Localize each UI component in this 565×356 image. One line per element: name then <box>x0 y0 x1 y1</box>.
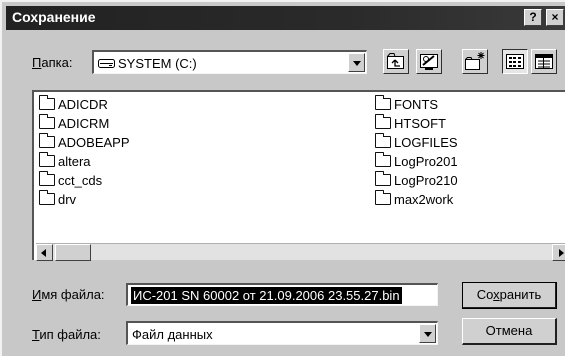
folder-current: SYSTEM (C:) <box>118 56 197 71</box>
filetype-value: Файл данных <box>132 327 213 342</box>
close-button[interactable]: × <box>546 9 564 26</box>
folder-icon <box>375 95 391 110</box>
folder-icon <box>375 133 391 148</box>
new-folder-button[interactable] <box>462 49 488 74</box>
list-item[interactable]: LogPro201 <box>375 152 458 171</box>
list-view-icon <box>506 54 524 69</box>
cancel-button[interactable]: Отмена <box>462 318 557 345</box>
scroll-thumb[interactable] <box>55 244 91 261</box>
list-item[interactable]: altera <box>39 152 91 171</box>
folder-dropdown-button[interactable] <box>348 53 365 72</box>
new-folder-icon <box>465 52 485 70</box>
filetype-dropdown-button[interactable] <box>419 324 436 343</box>
folder-icon <box>375 152 391 167</box>
list-item[interactable]: ADOBEAPP <box>39 133 130 152</box>
help-button[interactable]: ? <box>524 9 542 26</box>
filetype-label: Тип файла: <box>32 327 101 342</box>
folder-icon <box>39 171 55 186</box>
title-bar[interactable]: Сохранение ? × <box>6 6 565 30</box>
folder-icon <box>39 152 55 167</box>
scroll-right-button[interactable] <box>552 244 565 261</box>
folder-icon <box>375 114 391 129</box>
list-item[interactable]: ADICRM <box>39 114 109 133</box>
list-view-button[interactable] <box>502 49 528 74</box>
folder-icon <box>39 190 55 205</box>
filename-value: ИС-201 SN 60002 от 21.09.2006 23.55.27.b… <box>131 287 402 304</box>
details-view-button[interactable] <box>531 49 557 74</box>
list-item[interactable]: cct_cds <box>39 171 102 190</box>
list-item[interactable]: HTSOFT <box>375 114 446 133</box>
folder-icon <box>375 171 391 186</box>
list-item[interactable]: ADICDR <box>39 95 108 114</box>
up-folder-button[interactable] <box>383 49 409 74</box>
folder-icon <box>39 114 55 129</box>
save-dialog: Сохранение ? × Папка: SYSTEM (C:) ADICDR… <box>0 0 565 356</box>
folder-icon <box>39 133 55 148</box>
filename-input[interactable]: ИС-201 SN 60002 от 21.09.2006 23.55.27.b… <box>126 283 438 306</box>
list-item[interactable]: drv <box>39 190 76 209</box>
drive-icon <box>98 59 115 68</box>
desktop-button[interactable] <box>416 49 442 74</box>
folder-label: Папка: <box>32 55 73 70</box>
details-view-icon <box>535 54 553 69</box>
save-button[interactable]: Сохранить <box>462 282 557 309</box>
file-list[interactable]: ADICDR ADICRM ADOBEAPP altera cct_cds dr… <box>32 90 565 261</box>
horizontal-scrollbar[interactable] <box>36 243 565 261</box>
scroll-left-button[interactable] <box>36 244 53 261</box>
folder-select[interactable]: SYSTEM (C:) <box>92 50 367 74</box>
up-folder-icon <box>387 53 404 69</box>
list-item[interactable]: FONTS <box>375 95 438 114</box>
folder-icon <box>375 190 391 205</box>
filename-label: Имя файла: <box>32 287 105 302</box>
list-item[interactable]: max2work <box>375 190 453 209</box>
list-item[interactable]: LOGFILES <box>375 133 458 152</box>
folder-icon <box>39 95 55 110</box>
desktop-icon <box>420 54 438 70</box>
filetype-select[interactable]: Файл данных <box>126 321 438 345</box>
window-title: Сохранение <box>12 9 96 25</box>
list-item[interactable]: LogPro210 <box>375 171 458 190</box>
